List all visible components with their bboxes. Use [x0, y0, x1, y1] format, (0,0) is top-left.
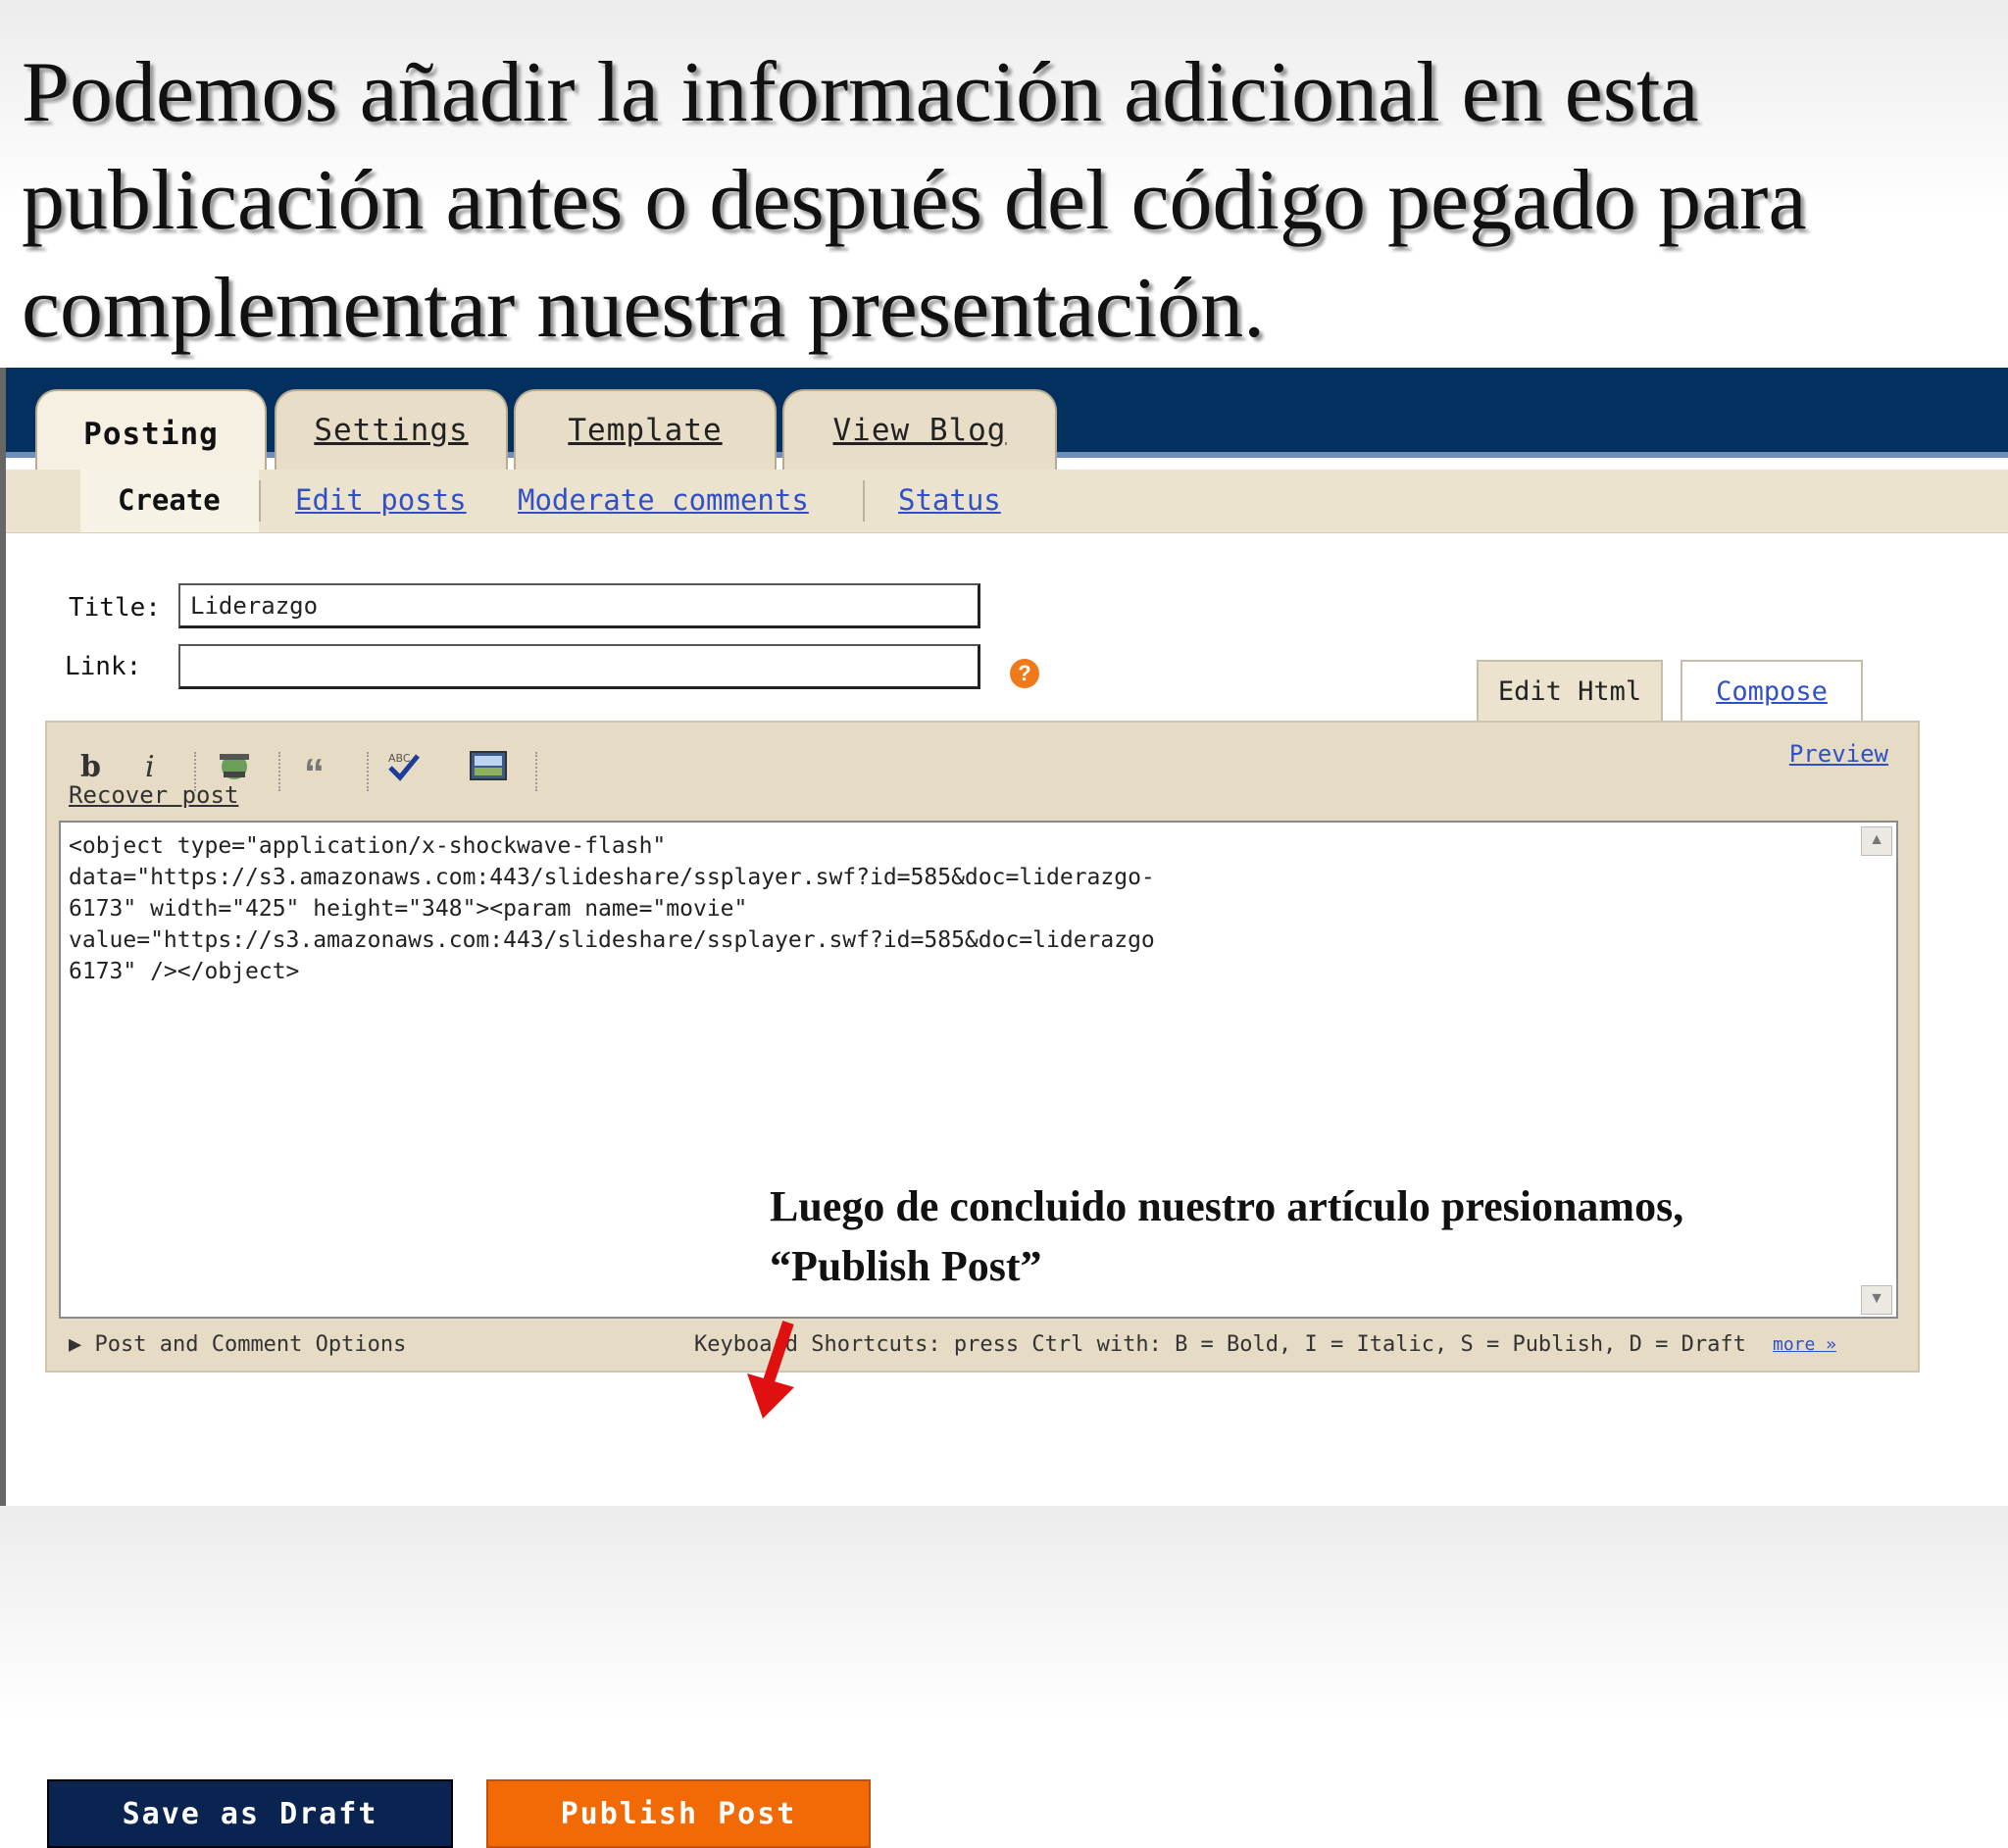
subtab-status[interactable]: Status — [898, 483, 1001, 517]
post-comment-options-toggle[interactable]: ▶ Post and Comment Options — [69, 1332, 406, 1357]
tab-template[interactable]: Template — [514, 389, 777, 470]
subtab-moderate-comments[interactable]: Moderate comments — [518, 483, 809, 517]
annotation-callout: Luego de concluido nuestro artículo pres… — [770, 1176, 1848, 1296]
bold-button[interactable]: b — [80, 750, 101, 784]
tab-view-blog[interactable]: View Blog — [782, 389, 1057, 470]
subtab-create[interactable]: Create — [118, 483, 221, 517]
link-label: Link: — [65, 652, 142, 681]
slide-title-line-2: publicación antes o después del código p… — [22, 153, 1807, 248]
blogger-post-editor: Posting Settings Template View Blog Crea… — [0, 368, 2008, 1848]
tab-settings[interactable]: Settings — [275, 389, 508, 470]
red-arrow-icon — [747, 1321, 794, 1419]
slide-title-line-1: Podemos añadir la información adicional … — [22, 45, 1699, 140]
tab-compose[interactable]: Compose — [1681, 660, 1863, 721]
save-as-draft-button[interactable]: Save as Draft — [47, 1779, 453, 1848]
italic-button[interactable]: i — [145, 750, 155, 784]
toolbar-separator — [535, 752, 539, 791]
link-input[interactable] — [178, 644, 980, 689]
post-comment-options-label: Post and Comment Options — [94, 1332, 407, 1357]
publish-post-button[interactable]: Publish Post — [486, 1779, 871, 1848]
subtab-divider — [259, 480, 261, 522]
scroll-up-button[interactable]: ▲ — [1861, 826, 1892, 856]
annotation-line-1: Luego de concluido nuestro artículo pres… — [770, 1182, 1684, 1230]
subtab-divider — [863, 480, 865, 522]
subtab-edit-posts[interactable]: Edit posts — [295, 483, 467, 517]
blockquote-button[interactable]: “ — [304, 750, 325, 797]
scroll-down-button[interactable]: ▼ — [1861, 1285, 1892, 1315]
annotation-line-2: “Publish Post” — [770, 1242, 1042, 1290]
keyboard-shortcuts-text: Keyboard Shortcuts: press Ctrl with: B =… — [694, 1332, 1746, 1357]
toolbar-separator — [367, 752, 371, 791]
tab-posting[interactable]: Posting — [35, 389, 267, 477]
tab-edit-html[interactable]: Edit Html — [1477, 660, 1663, 721]
title-input[interactable] — [178, 583, 980, 628]
slide-title-line-3: complementar nuestra presentación. — [22, 261, 1266, 356]
svg-text:ABC: ABC — [388, 752, 411, 765]
help-icon[interactable]: ? — [1010, 659, 1039, 688]
more-shortcuts-link[interactable]: more » — [1773, 1334, 1836, 1355]
recover-post-link[interactable]: Recover post — [69, 781, 238, 809]
image-icon[interactable] — [469, 750, 508, 789]
slide-title: Podemos añadir la información adicional … — [22, 39, 1983, 363]
preview-link[interactable]: Preview — [1789, 740, 1888, 768]
title-label: Title: — [69, 593, 161, 623]
spellcheck-icon[interactable]: ABC — [386, 750, 422, 791]
toolbar-separator — [278, 752, 282, 791]
left-border — [0, 368, 6, 1506]
